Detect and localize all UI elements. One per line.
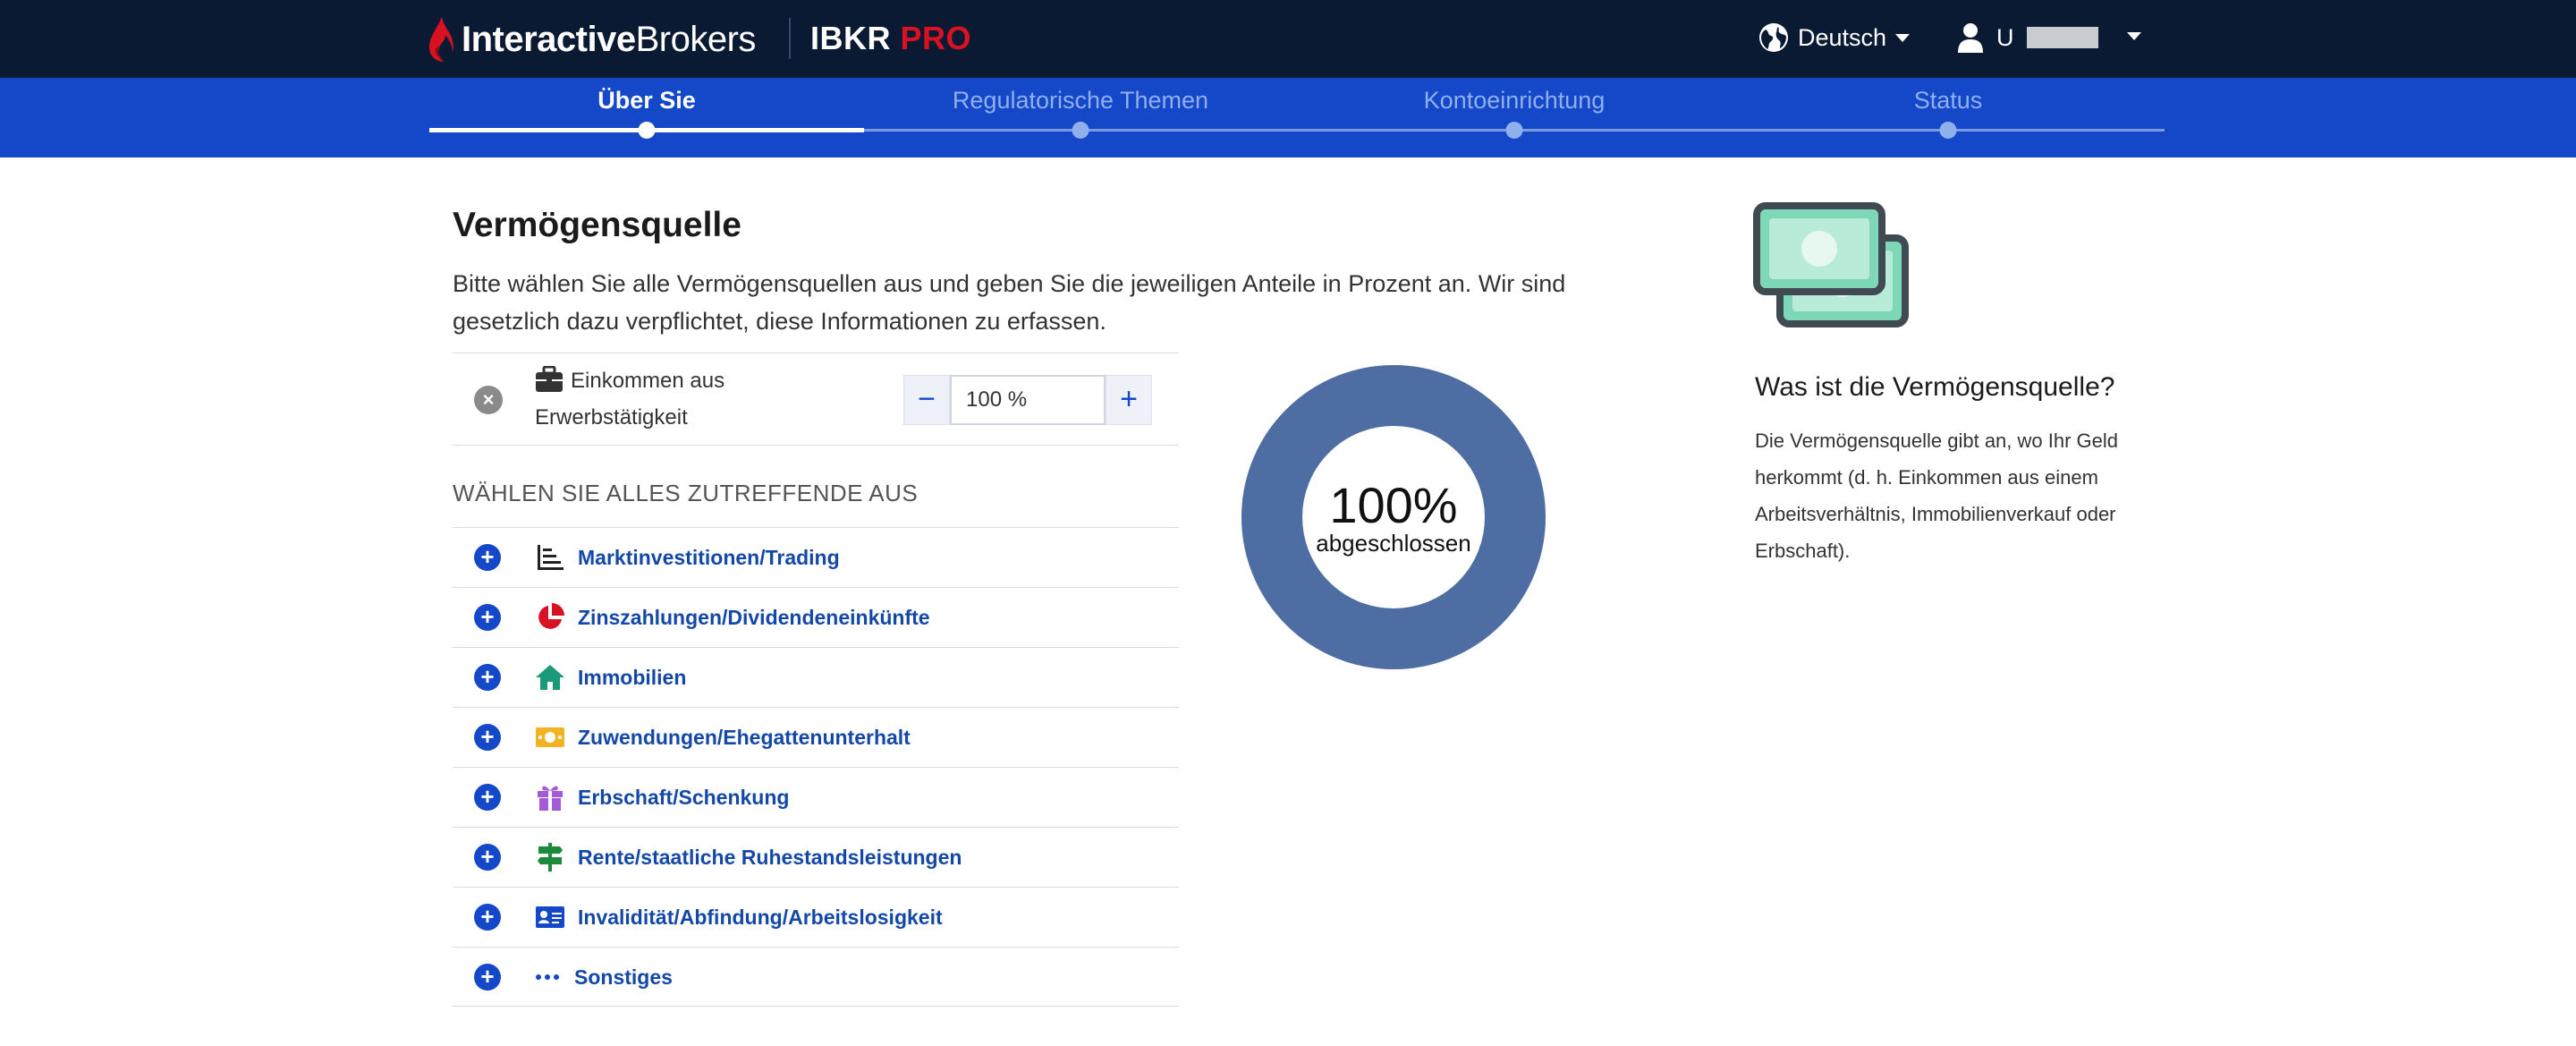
- brand-name: InteractiveBrokers: [462, 19, 756, 59]
- step-account-setup[interactable]: Kontoeinrichtung: [1424, 87, 1606, 115]
- percentage-stepper: − +: [903, 375, 1152, 425]
- brand-logo[interactable]: InteractiveBrokers: [428, 13, 756, 66]
- completion-label: abgeschlossen: [1316, 530, 1471, 557]
- list-item-disability[interactable]: + Invalidität/Abfindung/Arbeitslosigkeit: [453, 887, 1179, 947]
- brand-divider: [789, 18, 791, 59]
- progress-stepper: Über Sie Regulatorische Themen Kontoeinr…: [0, 78, 2576, 157]
- signpost-icon: [535, 842, 565, 872]
- step-dot-regulatory: [1072, 122, 1089, 139]
- selected-source-row: × Einkommen aus Erwerbstätigkeit − +: [453, 353, 1179, 446]
- add-source-button[interactable]: +: [474, 964, 501, 991]
- add-source-button[interactable]: +: [474, 844, 501, 871]
- money-icon: [535, 722, 565, 753]
- step-dot-status: [1939, 122, 1957, 139]
- more-dots-icon: [535, 962, 565, 992]
- decrement-button[interactable]: −: [903, 375, 950, 425]
- increment-button[interactable]: +: [1106, 375, 1152, 425]
- source-options-list: + Marktinvestitionen/Trading + Zinszahlu…: [453, 527, 1179, 1007]
- list-item-label[interactable]: Zinszahlungen/Dividendeneinkünfte: [578, 606, 930, 630]
- globe-icon: [1759, 23, 1788, 52]
- info-title: Was ist die Vermögensquelle?: [1755, 372, 2115, 402]
- list-item-label[interactable]: Sonstiges: [574, 965, 673, 990]
- add-source-button[interactable]: +: [474, 784, 501, 811]
- list-item-label[interactable]: Erbschaft/Schenkung: [578, 786, 789, 810]
- home-icon: [535, 662, 565, 693]
- list-item-label[interactable]: Rente/staatliche Ruhestandsleistungen: [578, 846, 962, 870]
- product-name: IBKR PRO: [810, 20, 972, 56]
- chevron-down-icon: [1895, 33, 1911, 42]
- step-dot-about-you: [638, 122, 656, 139]
- step-about-you[interactable]: Über Sie: [597, 87, 696, 115]
- page-title: Vermögensquelle: [453, 206, 741, 244]
- user-initial: U: [1996, 23, 2014, 51]
- selected-source-label: Einkommen aus Erwerbstätigkeit: [535, 369, 725, 429]
- top-navigation-bar: InteractiveBrokers IBKR PRO Deutsch U: [0, 0, 2576, 78]
- step-status[interactable]: Status: [1914, 87, 1983, 115]
- flame-logo-icon: [429, 17, 453, 62]
- page-description: Bitte wählen Sie alle Vermögensquellen a…: [453, 270, 1566, 335]
- list-item-gifts-alimony[interactable]: + Zuwendungen/Ehegattenunterhalt: [453, 707, 1179, 767]
- add-source-button[interactable]: +: [474, 904, 501, 931]
- list-item-inheritance-gift[interactable]: + Erbschaft/Schenkung: [453, 767, 1179, 827]
- add-source-button[interactable]: +: [474, 664, 501, 691]
- bar-chart-icon: [535, 542, 565, 573]
- redacted-username: [2026, 27, 2098, 48]
- user-menu[interactable]: U: [1957, 18, 2098, 57]
- gift-icon: [535, 782, 565, 812]
- list-item-market-investments[interactable]: + Marktinvestitionen/Trading: [453, 527, 1179, 587]
- language-selector[interactable]: Deutsch: [1758, 18, 1911, 57]
- list-item-real-estate[interactable]: + Immobilien: [453, 647, 1179, 707]
- add-source-button[interactable]: +: [474, 604, 501, 631]
- list-item-label[interactable]: Zuwendungen/Ehegattenunterhalt: [578, 726, 911, 750]
- percentage-input[interactable]: [950, 375, 1106, 425]
- select-all-heading: WÄHLEN SIE ALLES ZUTREFFENDE AUS: [453, 480, 919, 506]
- add-source-button[interactable]: +: [474, 544, 501, 571]
- list-item-label[interactable]: Invalidität/Abfindung/Arbeitslosigkeit: [578, 906, 943, 930]
- user-menu-chevron-icon[interactable]: [2127, 32, 2141, 40]
- language-label: Deutsch: [1798, 23, 1887, 51]
- step-regulatory[interactable]: Regulatorische Themen: [953, 87, 1208, 115]
- pie-chart-icon: [535, 602, 565, 633]
- step-dot-account-setup: [1505, 122, 1523, 139]
- list-item-other[interactable]: + Sonstiges: [453, 947, 1179, 1007]
- user-icon: [1958, 23, 1983, 53]
- cash-notes-icon: [1753, 202, 1909, 327]
- info-text: Die Vermögensquelle gibt an, wo Ihr Geld…: [1755, 429, 2119, 562]
- list-item-label[interactable]: Marktinvestitionen/Trading: [578, 546, 840, 570]
- remove-source-button[interactable]: ×: [474, 386, 503, 414]
- id-card-icon: [535, 902, 565, 932]
- list-item-pension[interactable]: + Rente/staatliche Ruhestandsleistungen: [453, 827, 1179, 887]
- list-item-label[interactable]: Immobilien: [578, 666, 686, 690]
- completion-percent: 100%: [1329, 477, 1458, 533]
- list-item-interest-dividends[interactable]: + Zinszahlungen/Dividendeneinkünfte: [453, 587, 1179, 647]
- add-source-button[interactable]: +: [474, 724, 501, 751]
